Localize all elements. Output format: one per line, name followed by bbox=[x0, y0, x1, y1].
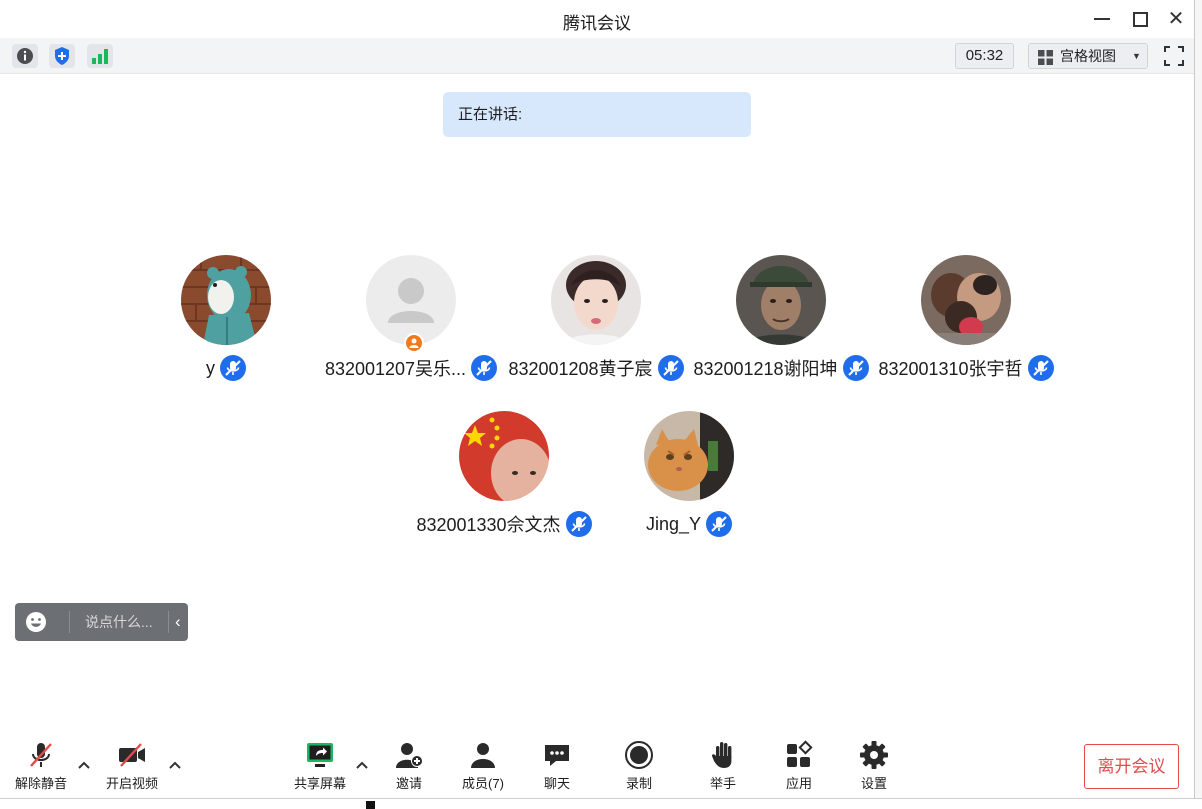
members-button[interactable]: 成员(7) bbox=[449, 740, 517, 794]
signal-icon bbox=[92, 49, 108, 64]
record-button[interactable]: 录制 bbox=[605, 740, 673, 794]
avatar-flag-portrait bbox=[459, 411, 549, 501]
meeting-info-bar: 05:32 宫格视图 ▼ bbox=[0, 38, 1194, 74]
gear-icon bbox=[860, 741, 888, 769]
background-window-edge bbox=[1194, 0, 1202, 809]
share-screen-button[interactable]: 共享屏幕 bbox=[286, 740, 354, 794]
emoji-icon[interactable] bbox=[25, 611, 47, 633]
participant-name: 832001207吴乐... bbox=[324, 359, 467, 379]
invite-button[interactable]: 邀请 bbox=[375, 740, 443, 794]
caret-down-icon: ▼ bbox=[1132, 51, 1141, 61]
chat-button[interactable]: 聊天 bbox=[523, 740, 591, 794]
participant-name-row: Jing_Y bbox=[544, 511, 834, 537]
apps-icon bbox=[787, 740, 813, 767]
apps-button[interactable]: 应用 bbox=[765, 740, 833, 794]
fullscreen-icon[interactable] bbox=[1163, 45, 1185, 67]
avatar-young-man bbox=[551, 255, 641, 345]
chat-label: 聊天 bbox=[543, 776, 570, 791]
participant-name-row: 832001310张宇哲 bbox=[821, 355, 1111, 381]
avatar-cat bbox=[644, 411, 734, 501]
meeting-timer: 05:32 bbox=[955, 43, 1014, 69]
security-button[interactable] bbox=[49, 44, 75, 68]
quick-chat-input[interactable]: 说点什么... ‹ bbox=[15, 603, 188, 641]
unmute-button[interactable]: 解除静音 bbox=[7, 740, 75, 794]
guest-badge-icon bbox=[404, 333, 424, 353]
mic-muted-icon bbox=[220, 355, 246, 381]
raise-hand-icon bbox=[712, 742, 732, 768]
participant-name: 832001310张宇哲 bbox=[878, 359, 1023, 379]
chat-placeholder: 说点什么... bbox=[85, 614, 153, 630]
participant-name: y bbox=[206, 357, 215, 378]
record-label: 录制 bbox=[625, 776, 652, 791]
network-button[interactable] bbox=[87, 44, 113, 68]
window-title: 腾讯会议 bbox=[563, 14, 631, 33]
participant-name: Jing_Y bbox=[645, 513, 702, 534]
minimize-icon[interactable] bbox=[1091, 8, 1113, 30]
participant-name: 832001208黄子宸 bbox=[508, 359, 653, 379]
video-off-icon bbox=[119, 743, 145, 767]
view-mode-dropdown[interactable]: 宫格视图 ▼ bbox=[1028, 43, 1148, 69]
audio-options-chevron-up-icon[interactable] bbox=[77, 758, 91, 772]
bottom-toolbar: 解除静音 开启视频 共享屏幕 邀请 成员(7) 聊天 录制 举手 应用 设置 离… bbox=[0, 728, 1194, 798]
active-speaker-banner: 正在讲话: bbox=[443, 92, 751, 137]
divider bbox=[69, 611, 70, 633]
record-icon bbox=[625, 741, 653, 769]
mic-muted-icon bbox=[706, 511, 733, 537]
chevron-left-icon[interactable]: ‹ bbox=[175, 603, 181, 641]
document-bullet bbox=[366, 801, 375, 809]
grid-view-icon bbox=[1038, 50, 1053, 65]
settings-label: 设置 bbox=[860, 776, 887, 791]
divider bbox=[168, 611, 169, 633]
share-screen-label: 共享屏幕 bbox=[293, 776, 346, 791]
close-icon[interactable]: ✕ bbox=[1165, 8, 1187, 30]
chat-bubble-icon bbox=[545, 745, 569, 766]
unmute-label: 解除静音 bbox=[14, 776, 67, 791]
start-video-label: 开启视频 bbox=[105, 776, 158, 791]
share-screen-icon bbox=[307, 743, 333, 767]
participant-name: 832001330佘文杰 bbox=[416, 515, 561, 535]
settings-button[interactable]: 设置 bbox=[840, 740, 908, 794]
start-video-button[interactable]: 开启视频 bbox=[98, 740, 166, 794]
raise-hand-button[interactable]: 举手 bbox=[689, 740, 757, 794]
participant-tile[interactable]: 832001310张宇哲 bbox=[878, 255, 1054, 395]
avatar-family-hug bbox=[921, 255, 1011, 345]
avatar-default-person bbox=[366, 255, 456, 345]
video-options-chevron-up-icon[interactable] bbox=[168, 758, 182, 772]
meeting-info-button[interactable] bbox=[12, 44, 38, 68]
leave-meeting-button[interactable]: 离开会议 bbox=[1084, 744, 1179, 789]
background-document-edge bbox=[0, 798, 1202, 809]
info-icon bbox=[17, 48, 33, 64]
share-options-chevron-up-icon[interactable] bbox=[355, 758, 369, 772]
mic-off-icon bbox=[30, 743, 52, 767]
members-icon bbox=[471, 743, 495, 768]
view-mode-label: 宫格视图 bbox=[1060, 48, 1116, 64]
shield-icon bbox=[55, 47, 69, 65]
title-bar: 腾讯会议 ✕ bbox=[0, 0, 1194, 38]
participant-tile[interactable]: Jing_Y bbox=[604, 411, 774, 551]
mic-muted-icon bbox=[1027, 355, 1054, 381]
avatar-older-man-cap bbox=[736, 255, 826, 345]
avatar-bear-hoodie bbox=[181, 255, 271, 345]
maximize-icon[interactable] bbox=[1128, 8, 1150, 30]
add-user-icon bbox=[396, 743, 423, 768]
participant-name: 832001218谢阳坤 bbox=[693, 359, 838, 379]
raise-hand-label: 举手 bbox=[709, 776, 736, 791]
